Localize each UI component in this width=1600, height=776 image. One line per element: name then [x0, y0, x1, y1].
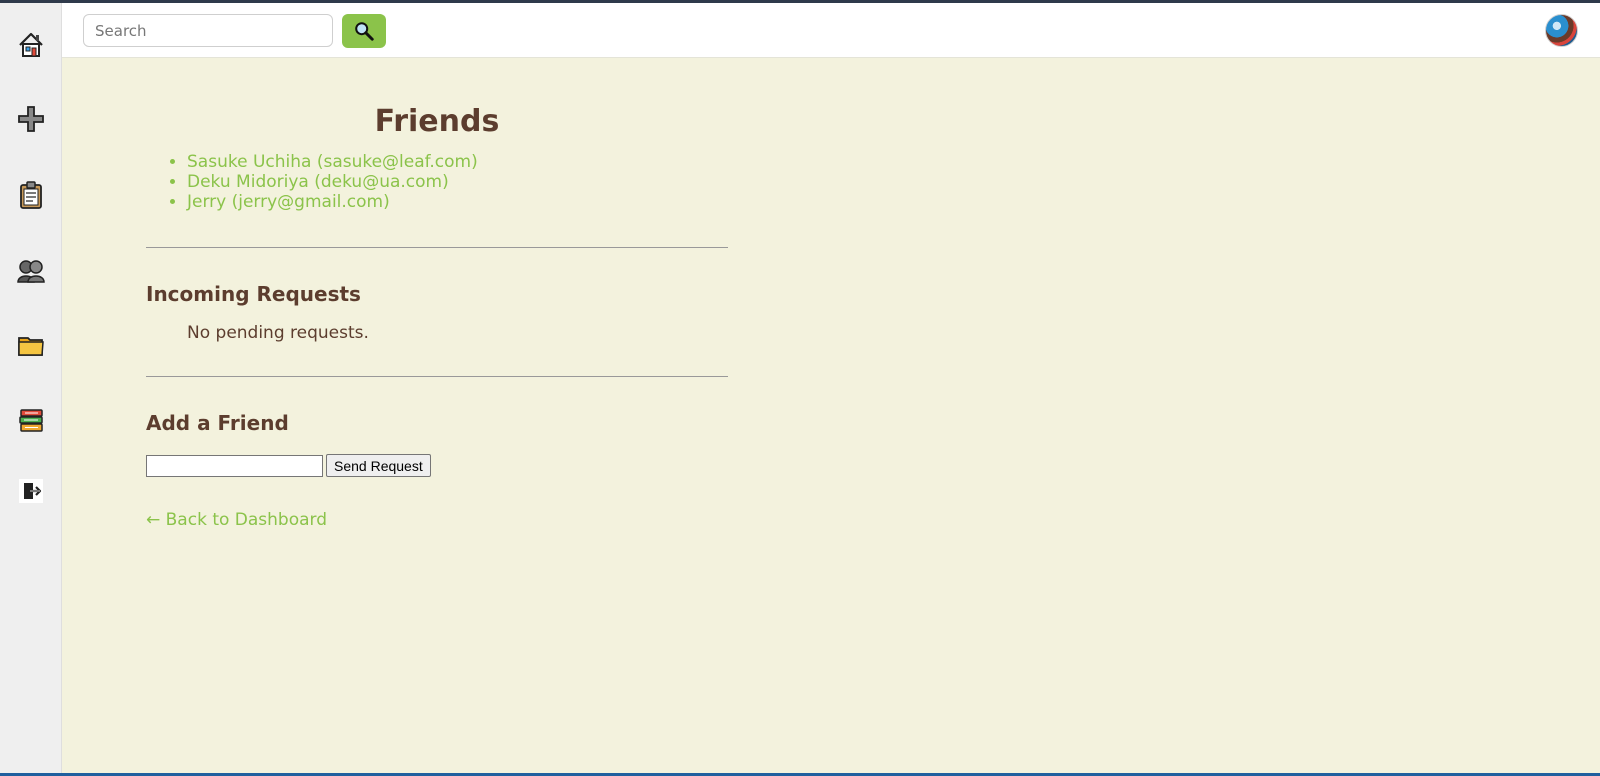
friends-list: Sasuke Uchiha (sasuke@leaf.com) Deku Mid… [146, 152, 728, 212]
books-icon [19, 409, 43, 432]
friends-page: Friends Sasuke Uchiha (sasuke@leaf.com) … [146, 58, 728, 531]
no-requests-message: No pending requests. [187, 323, 369, 343]
friend-link[interactable]: Jerry (jerry@gmail.com) [187, 192, 390, 212]
divider [146, 247, 728, 248]
sidebar-item-home[interactable] [15, 29, 47, 61]
avatar[interactable] [1545, 14, 1578, 47]
back-to-dashboard-link[interactable]: ← Back to Dashboard [146, 510, 327, 530]
search-input[interactable] [83, 14, 333, 47]
clipboard-icon [20, 181, 42, 209]
divider [146, 376, 728, 377]
list-item: Jerry (jerry@gmail.com) [187, 192, 728, 212]
sidebar [0, 3, 62, 773]
list-item: Sasuke Uchiha (sasuke@leaf.com) [187, 152, 728, 172]
search-icon [355, 22, 374, 41]
friend-link[interactable]: Deku Midoriya (deku@ua.com) [187, 172, 449, 192]
add-friend-heading: Add a Friend [146, 411, 289, 435]
send-request-button[interactable]: Send Request [326, 454, 431, 477]
top-bar [62, 3, 1600, 58]
friend-link[interactable]: Sasuke Uchiha (sasuke@leaf.com) [187, 152, 478, 172]
list-item: Deku Midoriya (deku@ua.com) [187, 172, 728, 192]
sidebar-item-logout[interactable] [15, 475, 47, 507]
add-friend-form: Send Request [146, 454, 728, 477]
folder-icon [18, 337, 44, 356]
sidebar-item-friends[interactable] [15, 255, 47, 287]
page-title: Friends [374, 104, 500, 139]
friends-icon [17, 260, 45, 283]
search-button[interactable] [342, 14, 386, 48]
sidebar-item-folder[interactable] [15, 329, 47, 361]
plus-icon [18, 106, 44, 132]
sidebar-item-library[interactable] [15, 405, 47, 437]
back-link-row: ← Back to Dashboard [146, 509, 728, 531]
logout-icon [19, 479, 43, 503]
friend-email-input[interactable] [146, 454, 323, 477]
incoming-requests-heading: Incoming Requests [146, 282, 361, 306]
home-icon [19, 32, 43, 57]
sidebar-item-notes[interactable] [15, 179, 47, 211]
sidebar-item-add[interactable] [15, 103, 47, 135]
